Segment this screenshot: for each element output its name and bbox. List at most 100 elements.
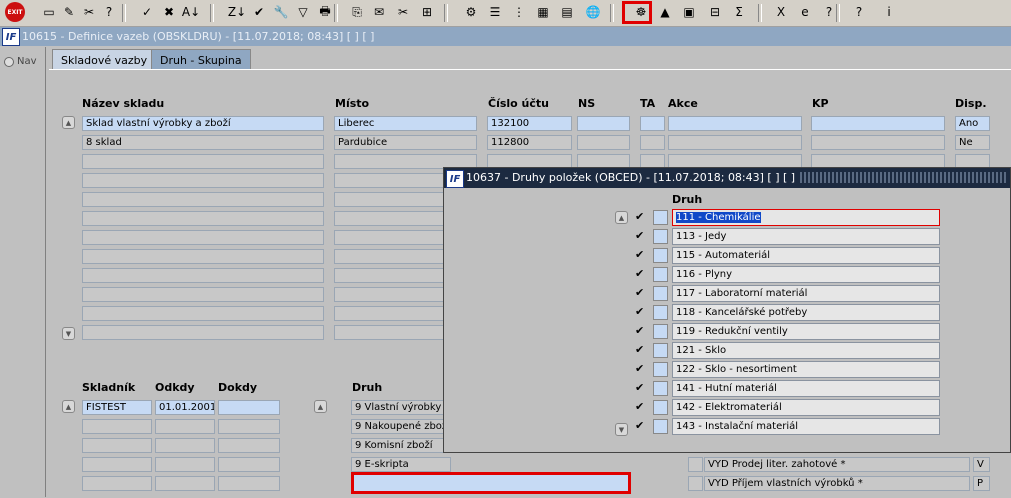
cell-cislo[interactable]: 132100	[487, 116, 572, 131]
copy-icon[interactable]: ⎘	[348, 3, 366, 21]
cell-odkdy[interactable]	[155, 419, 215, 434]
doc-icon[interactable]: ▤	[558, 3, 576, 21]
cell-nazev[interactable]	[82, 268, 324, 283]
item-square-field[interactable]	[653, 210, 668, 225]
columns-icon[interactable]: ⋮	[510, 3, 528, 21]
globe-icon[interactable]: 🌐	[584, 3, 602, 21]
item-square-field[interactable]	[653, 324, 668, 339]
druh-list-item[interactable]: 121 - Sklo	[672, 342, 940, 359]
item-checkbox[interactable]: ✔	[635, 211, 646, 222]
cell-ns[interactable]	[577, 116, 630, 131]
sort-desc-icon[interactable]: Z↓	[228, 3, 246, 21]
scissors-icon[interactable]: ✂	[394, 3, 412, 21]
cell-nazev[interactable]	[82, 249, 324, 264]
item-square-field[interactable]	[653, 305, 668, 320]
cell-dokdy[interactable]	[218, 476, 280, 491]
mail-icon[interactable]: ✉	[370, 3, 388, 21]
druh-list-item[interactable]: 111 - Chemikálie	[672, 209, 940, 226]
druh-list-item[interactable]: 141 - Hutní materiál	[672, 380, 940, 397]
cell-nazev[interactable]	[82, 154, 324, 169]
cell-right-text[interactable]: VYD Příjem vlastních výrobků *	[704, 476, 970, 491]
cell-dokdy[interactable]	[218, 438, 280, 453]
item-square-field[interactable]	[653, 381, 668, 396]
highlighted-toolbar-button[interactable]	[622, 1, 652, 24]
druh-list-item[interactable]: 117 - Laboratorní materiál	[672, 285, 940, 302]
scroll-up-icon[interactable]: ▲	[62, 116, 75, 129]
cell-odkdy[interactable]	[155, 476, 215, 491]
find-icon[interactable]: ✓	[138, 3, 156, 21]
druh-list-item[interactable]: 122 - Sklo - nesortiment	[672, 361, 940, 378]
cell-misto[interactable]: Liberec	[334, 116, 477, 131]
popup-scroll-down-icon[interactable]: ▼	[615, 423, 628, 436]
list-icon[interactable]: ☰	[486, 3, 504, 21]
wrench-icon[interactable]: 🔧	[272, 3, 290, 21]
druh-list-item[interactable]: 116 - Plyny	[672, 266, 940, 283]
tree-icon[interactable]: ⊞	[418, 3, 436, 21]
druh-new-entry-field[interactable]	[351, 472, 631, 494]
druh-list-item[interactable]: 115 - Automateriál	[672, 247, 940, 264]
cell-right-check[interactable]	[688, 476, 703, 491]
check-icon[interactable]: ✔	[250, 3, 268, 21]
print-icon[interactable]: 🖶	[316, 3, 334, 21]
tab-druh-skupina[interactable]: Druh - Skupina	[151, 49, 251, 70]
item-checkbox[interactable]: ✔	[635, 420, 646, 431]
cell-dokdy[interactable]	[218, 457, 280, 472]
tab-skladove-vazby[interactable]: Skladové vazby	[52, 49, 157, 70]
cell-akce[interactable]	[668, 116, 802, 131]
cell-dokdy[interactable]	[218, 419, 280, 434]
cell-nazev[interactable]	[82, 325, 324, 340]
cell-ns[interactable]	[577, 135, 630, 150]
cell-right-code[interactable]: P	[973, 476, 990, 491]
nav-toggle[interactable]: Nav	[4, 56, 37, 67]
cell-nazev[interactable]	[82, 192, 324, 207]
edit-icon[interactable]: ✎	[60, 3, 78, 21]
cell-odkdy[interactable]	[155, 457, 215, 472]
item-checkbox[interactable]: ✔	[635, 363, 646, 374]
item-checkbox[interactable]: ✔	[635, 287, 646, 298]
cell-akce[interactable]	[668, 135, 802, 150]
cell-skladnik[interactable]	[82, 438, 152, 453]
cell-nazev[interactable]	[82, 230, 324, 245]
info-icon[interactable]: i	[880, 3, 898, 21]
druh-list-item[interactable]: 113 - Jedy	[672, 228, 940, 245]
cell-nazev[interactable]	[82, 287, 324, 302]
filter-icon[interactable]: ▽	[294, 3, 312, 21]
exit-button[interactable]: EXIT	[5, 2, 25, 22]
chart-icon[interactable]: ▲	[656, 3, 674, 21]
cell-right-code[interactable]: V	[973, 457, 990, 472]
cell-druh[interactable]: 9 E-skripta	[351, 457, 451, 472]
popup-scroll-up-icon[interactable]: ▲	[615, 211, 628, 224]
cell-ta[interactable]	[640, 116, 665, 131]
cell-nazev[interactable]: 8 sklad	[82, 135, 324, 150]
item-square-field[interactable]	[653, 267, 668, 282]
item-checkbox[interactable]: ✔	[635, 306, 646, 317]
item-checkbox[interactable]: ✔	[635, 344, 646, 355]
excel-icon[interactable]: X	[772, 3, 790, 21]
druh-list-item[interactable]: 142 - Elektromateriál	[672, 399, 940, 416]
item-square-field[interactable]	[653, 343, 668, 358]
item-checkbox[interactable]: ✔	[635, 230, 646, 241]
cell-nazev[interactable]	[82, 306, 324, 321]
lower-scroll-up-icon[interactable]: ▲	[62, 400, 75, 413]
item-checkbox[interactable]: ✔	[635, 325, 646, 336]
druh-list-item[interactable]: 119 - Redukční ventily	[672, 323, 940, 340]
form-icon[interactable]: ▦	[534, 3, 552, 21]
cell-skladnik[interactable]	[82, 457, 152, 472]
help2-icon[interactable]: ?	[850, 3, 868, 21]
help-doc-icon[interactable]: ?	[100, 3, 118, 21]
cell-nazev[interactable]	[82, 173, 324, 188]
cell-ta[interactable]	[640, 135, 665, 150]
cell-kp[interactable]	[811, 116, 945, 131]
cell-nazev[interactable]: Sklad vlastní výrobky a zboží	[82, 116, 324, 131]
druh-list-item[interactable]: 143 - Instalační materiál	[672, 418, 940, 435]
cell-disp[interactable]: Ne	[955, 135, 990, 150]
cell-skladnik[interactable]	[82, 419, 152, 434]
cell-disp[interactable]: Ano	[955, 116, 990, 131]
sort-asc-icon[interactable]: A↓	[182, 3, 200, 21]
cell-dokdy[interactable]	[218, 400, 280, 415]
cell-misto[interactable]: Pardubice	[334, 135, 477, 150]
druh-list-item[interactable]: 118 - Kancelářské potřeby	[672, 304, 940, 321]
tools-icon[interactable]: ✂	[80, 3, 98, 21]
cell-odkdy[interactable]	[155, 438, 215, 453]
item-square-field[interactable]	[653, 362, 668, 377]
